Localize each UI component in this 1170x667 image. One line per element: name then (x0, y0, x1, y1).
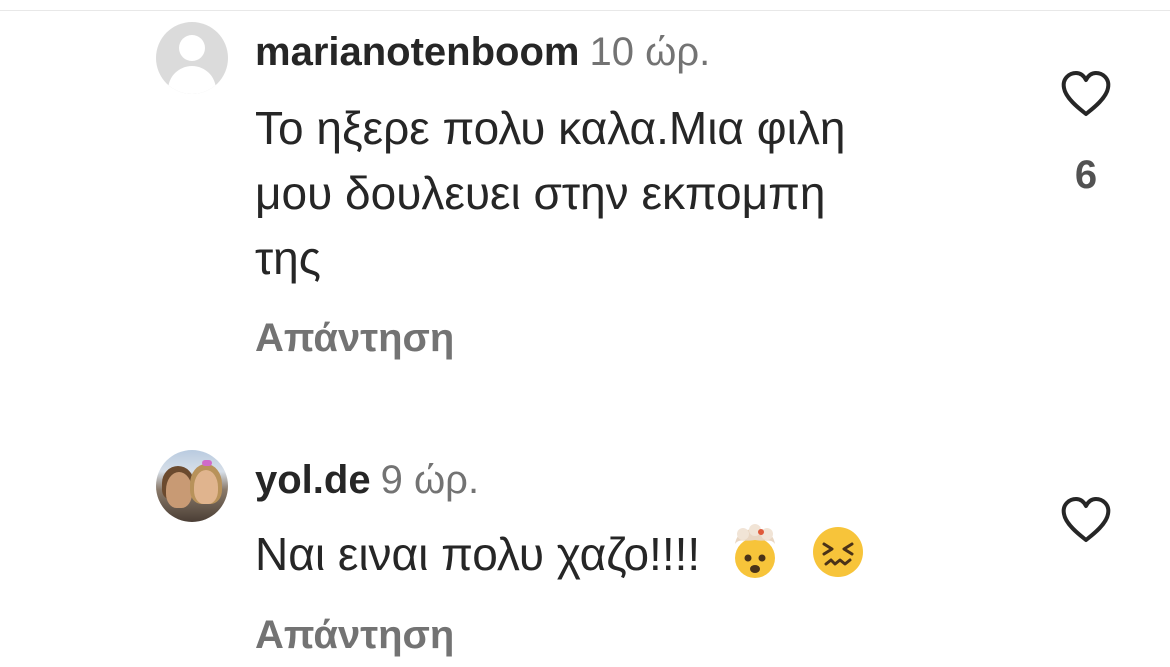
comment-username[interactable]: marianotenboom (255, 30, 579, 74)
comment-text: Το ηξερε πολυ καλα.Μια φιλη μου δουλευει… (255, 102, 846, 284)
like-count: 6 (1074, 153, 1098, 197)
default-avatar-icon[interactable] (156, 22, 228, 94)
reply-button[interactable]: Απάντηση (255, 315, 454, 361)
exploding-head-emoji (734, 524, 775, 578)
heart-outline-icon[interactable] (1060, 496, 1112, 544)
comment-timestamp: 9 ώρ. (380, 458, 480, 502)
comment-text: Ναι ειναι πολυ χαζο!!!! (255, 528, 701, 580)
comment-username[interactable]: yol.de (255, 458, 371, 502)
heart-outline-icon[interactable] (1060, 70, 1112, 118)
comment-item: yol.de 9 ώρ. Ναι ειναι πολυ χαζο!!!! Απάν… (0, 380, 1170, 667)
profile-photo-avatar[interactable] (156, 450, 228, 522)
comment-text-row: Ναι ειναι πολυ χαζο!!!! (255, 522, 975, 587)
reply-button[interactable]: Απάντηση (255, 612, 454, 658)
comment-header: yol.de 9 ώρ. (255, 457, 479, 503)
comment-header: marianotenboom 10 ώρ. (255, 29, 710, 75)
confounded-face-emoji (812, 527, 863, 577)
comment-timestamp: 10 ώρ. (589, 30, 711, 74)
comment-item: marianotenboom 10 ώρ. Το ηξερε πολυ καλα.… (0, 0, 1170, 380)
